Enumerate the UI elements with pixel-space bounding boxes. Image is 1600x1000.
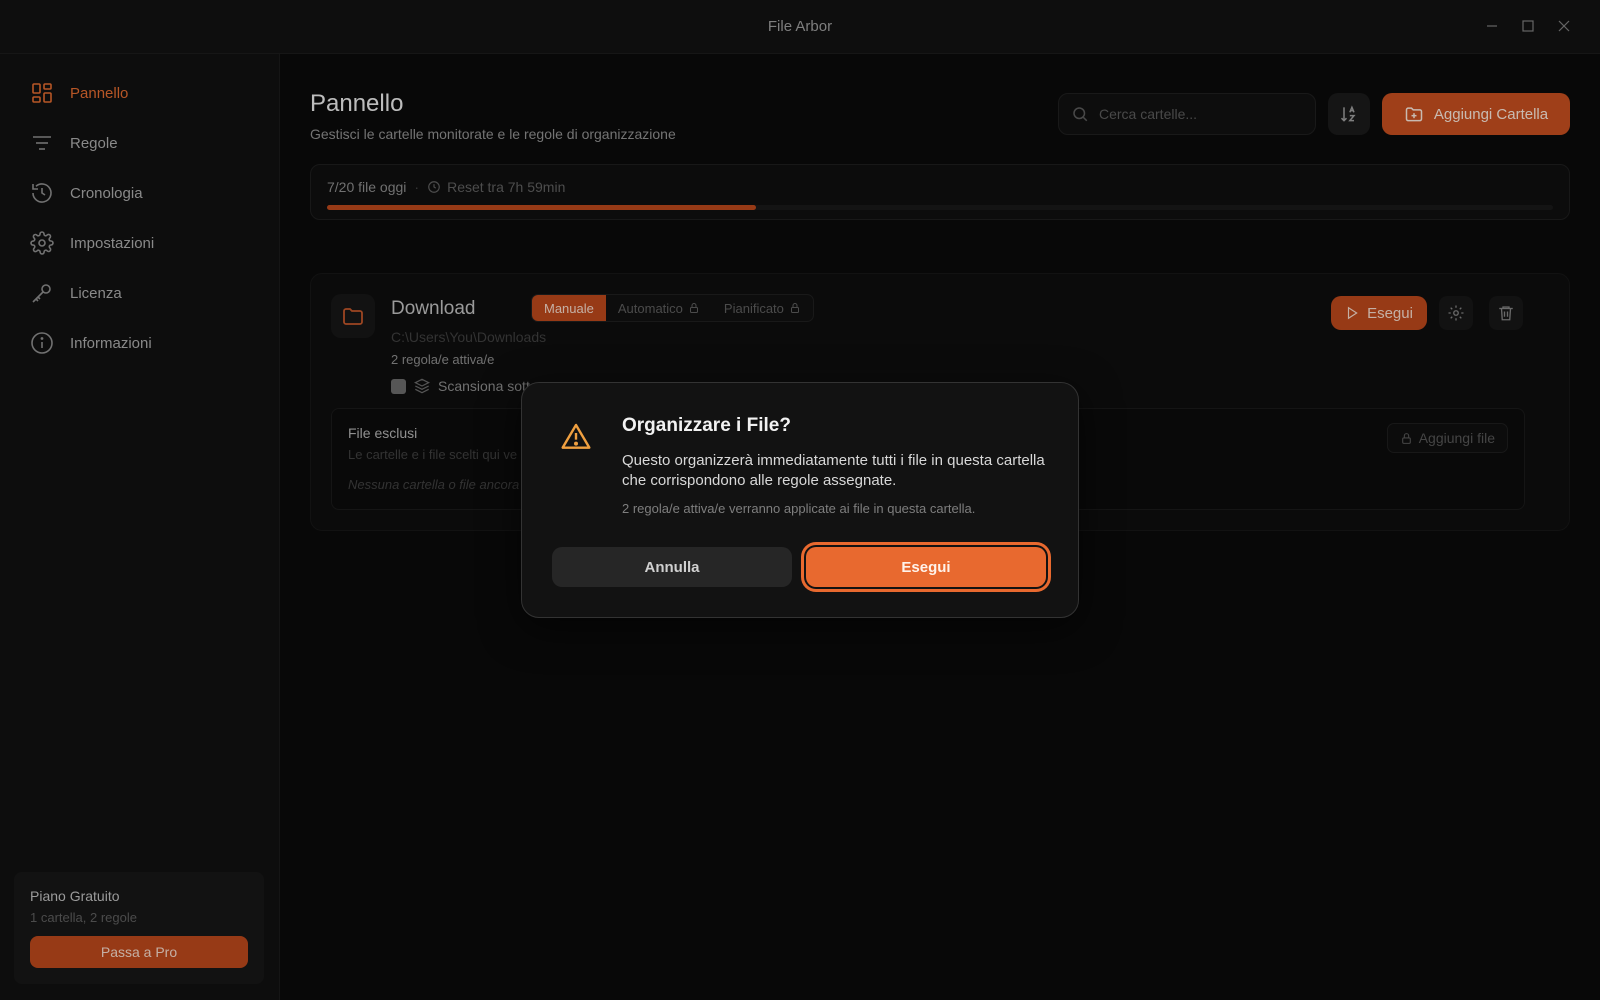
dialog-note: 2 regola/e attiva/e verranno applicate a… <box>622 501 976 516</box>
dialog-title: Organizzare i File? <box>622 415 791 436</box>
warning-icon <box>561 423 591 449</box>
dialog-body: Questo organizzerà immediatamente tutti … <box>622 452 1045 489</box>
confirm-run-button[interactable]: Esegui <box>806 547 1046 587</box>
confirm-dialog: Organizzare i File? Questo organizzerà i… <box>521 382 1079 618</box>
cancel-button[interactable]: Annulla <box>552 547 792 587</box>
